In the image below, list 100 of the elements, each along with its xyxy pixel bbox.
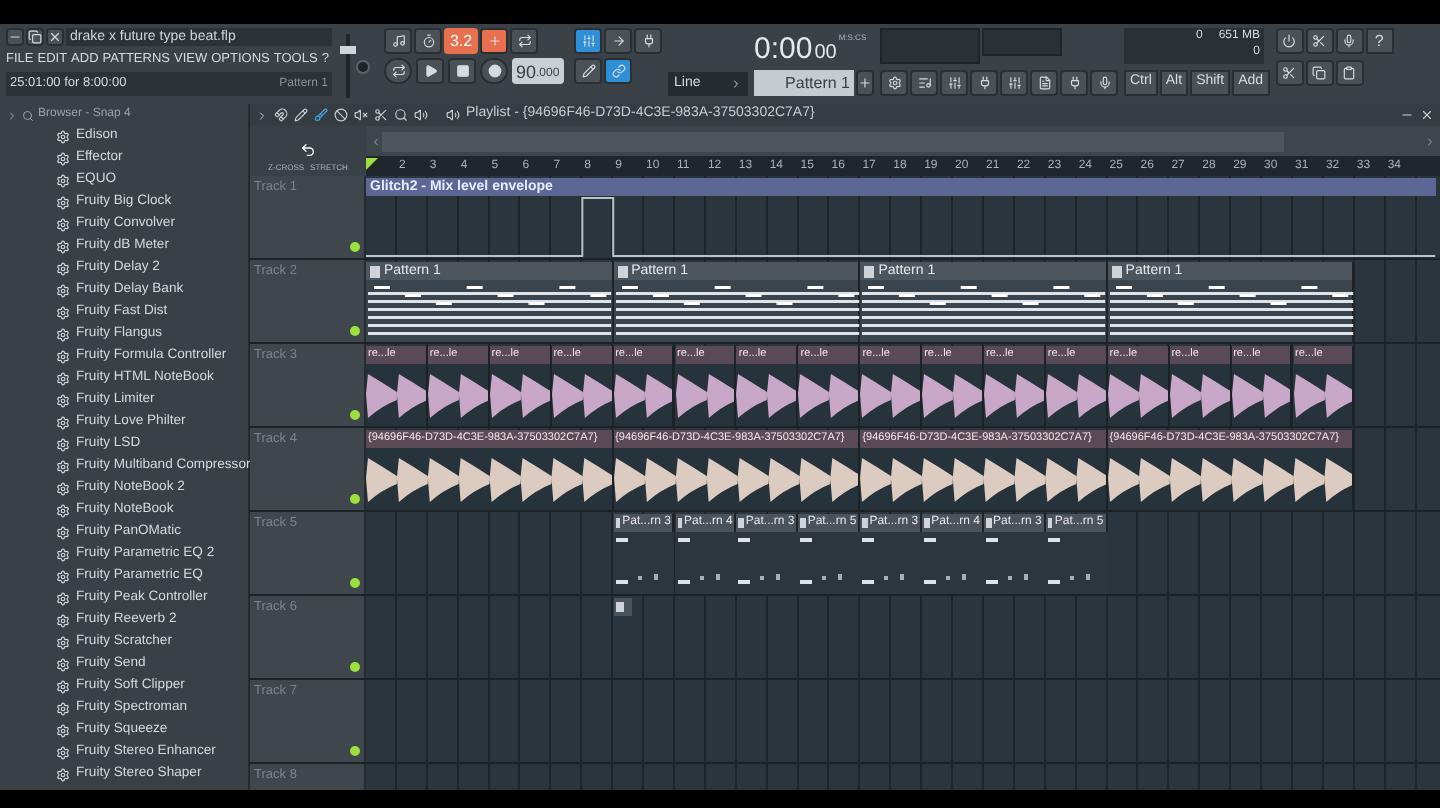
plugin-gear-icon — [56, 614, 70, 628]
minimize-icon[interactable] — [1400, 108, 1414, 122]
minimize-icon — [8, 30, 22, 44]
pattern-icon — [800, 518, 806, 528]
stop-button[interactable] — [448, 58, 476, 84]
play-icon — [423, 64, 437, 78]
plugin-gear-icon — [56, 174, 70, 188]
pattern-icon — [615, 518, 621, 528]
copy-icon — [1312, 66, 1327, 80]
window-button[interactable] — [1060, 70, 1088, 96]
play-button[interactable] — [416, 58, 444, 84]
note-pattern-drawing — [986, 538, 1028, 584]
record-button[interactable] — [480, 58, 508, 84]
track-enable-led[interactable] — [350, 326, 360, 336]
window-button[interactable] — [1000, 70, 1028, 96]
pitch-knob[interactable] — [356, 59, 370, 73]
window-button[interactable] — [1030, 70, 1058, 96]
scissors-icon — [1312, 34, 1327, 48]
plugin-gear-icon — [56, 394, 70, 408]
song-mode-button[interactable] — [384, 58, 412, 84]
cut-button[interactable] — [1275, 60, 1304, 86]
plug-icon — [641, 34, 655, 48]
plugin-gear-icon — [56, 240, 70, 254]
restore-icon — [28, 30, 42, 44]
slice-icon[interactable] — [374, 108, 388, 122]
window-button[interactable] — [970, 70, 998, 96]
pattern-icon — [986, 518, 992, 528]
scissors-icon — [1282, 66, 1297, 80]
timer-icon — [421, 34, 435, 48]
plugin-gear-icon — [56, 548, 70, 562]
note-pattern-drawing — [677, 538, 719, 584]
track-enable-led[interactable] — [350, 410, 360, 420]
mic-button[interactable] — [1335, 28, 1364, 54]
link-button[interactable] — [604, 58, 632, 84]
note-pattern-drawing — [800, 538, 843, 584]
plugin-gear-icon — [56, 746, 70, 760]
close-button[interactable] — [46, 28, 64, 46]
plugin-gear-icon — [56, 724, 70, 738]
metronome-button[interactable] — [384, 28, 412, 54]
note-pattern-drawing — [738, 538, 781, 584]
note-pattern-drawing — [615, 538, 658, 584]
arrow-button[interactable] — [604, 28, 632, 54]
loop-icon — [517, 34, 532, 48]
scroll-right-icon — [1424, 135, 1436, 147]
time-display-centiseconds: 00 — [814, 40, 837, 66]
note-pattern-drawing — [924, 538, 967, 584]
window-button[interactable] — [1090, 70, 1118, 96]
step-edit-button[interactable] — [480, 28, 509, 54]
window-button[interactable] — [940, 70, 968, 96]
window-button[interactable] — [910, 70, 938, 96]
add-pattern-button[interactable] — [856, 70, 874, 96]
horizontal-scrollbar[interactable] — [366, 126, 1440, 156]
pencil-button[interactable] — [574, 58, 602, 84]
pattern-selector[interactable]: Pattern 1 — [754, 70, 854, 96]
track-enable-led[interactable] — [350, 242, 360, 252]
plugin-gear-icon — [56, 218, 70, 232]
plugin-gear-icon — [56, 504, 70, 518]
wait-button[interactable] — [414, 28, 442, 54]
cut-button[interactable] — [1305, 28, 1334, 54]
pattern-clip[interactable] — [613, 598, 632, 616]
help-button[interactable]: ? — [1365, 28, 1394, 54]
plugin-gear-icon — [56, 328, 70, 342]
clipboard-icon — [1342, 66, 1357, 80]
restore-button[interactable] — [26, 28, 44, 46]
pencil-icon[interactable] — [294, 108, 308, 122]
plugin-gear-icon — [56, 768, 70, 782]
track-enable-led[interactable] — [350, 578, 360, 588]
delete-icon[interactable] — [334, 108, 348, 122]
volume-slider-thumb[interactable] — [340, 45, 356, 54]
track-enable-led[interactable] — [350, 494, 360, 504]
pattern-icon — [370, 265, 380, 277]
speaker-icon[interactable] — [414, 108, 428, 122]
plugin-gear-icon — [56, 482, 70, 496]
close-icon[interactable] — [1420, 108, 1434, 122]
plugin-button[interactable] — [634, 28, 662, 54]
plugin-gear-icon — [56, 636, 70, 650]
speaker-icon[interactable] — [446, 108, 460, 122]
copy-button[interactable] — [1305, 60, 1334, 86]
mic-icon — [1342, 34, 1357, 48]
scroll-left-icon — [370, 135, 382, 147]
typing-keyboard-button[interactable] — [574, 28, 602, 54]
search-icon[interactable] — [22, 109, 34, 121]
zoom-icon[interactable] — [394, 108, 408, 122]
metronome-icon — [391, 34, 405, 48]
loop-record-button[interactable] — [510, 28, 539, 54]
brush-icon[interactable] — [314, 108, 328, 122]
paste-button[interactable] — [1335, 60, 1364, 86]
stretch-tool-icon[interactable] — [300, 142, 316, 158]
track-enable-led[interactable] — [350, 746, 360, 756]
close-icon — [48, 30, 62, 44]
power-button[interactable] — [1275, 28, 1304, 54]
track-enable-led[interactable] — [350, 662, 360, 672]
window-button[interactable] — [880, 70, 908, 96]
mute-icon[interactable] — [354, 108, 368, 122]
cpu-monitor — [982, 28, 1062, 56]
expand-icon[interactable] — [256, 109, 268, 121]
minimize-button[interactable] — [6, 28, 24, 46]
magnet-icon[interactable] — [274, 108, 288, 122]
pattern-icon — [1111, 265, 1122, 277]
plugin-gear-icon — [56, 570, 70, 584]
